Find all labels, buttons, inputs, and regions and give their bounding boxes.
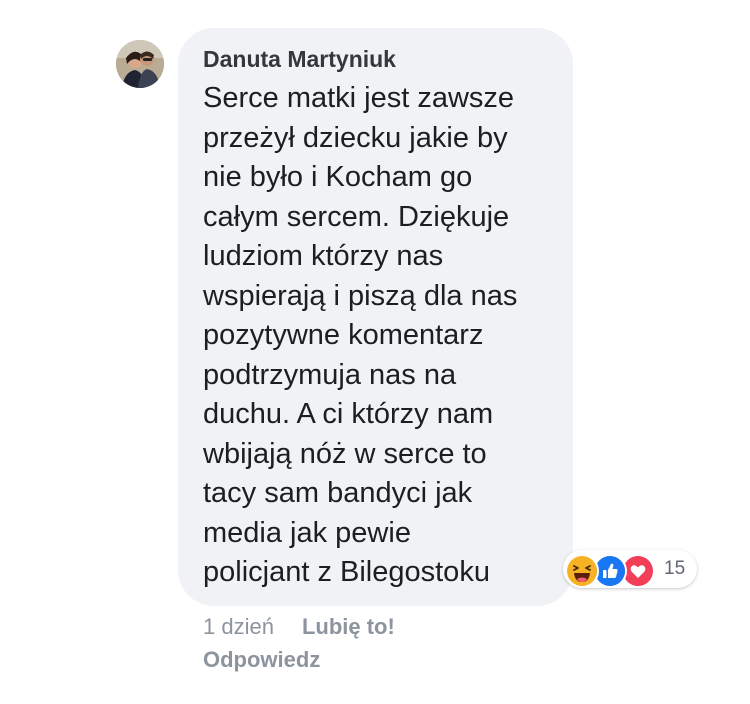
comment-text-line: media jak pewie [203, 516, 411, 549]
comment-text-line: tacy sam bandyci jak [203, 477, 473, 509]
comment-text-line: wspierają i piszą dla nas [203, 279, 518, 312]
comment-text: Serce matki jest zawsze przeżył dziecku … [203, 79, 563, 593]
comment-text-line: nie było i Kocham go [203, 161, 473, 193]
comment-text-line: duchu. A ci którzy nam [203, 398, 494, 430]
like-button[interactable]: Lubię to! [302, 614, 395, 639]
reactions-summary[interactable]: 15 [563, 550, 697, 588]
comment-meta: 1 dzień Lubię to! [203, 612, 395, 642]
comment-text-line: podtrzymuja nas na [203, 358, 457, 391]
comment-text-line: wbijają nóż w serce to [203, 437, 487, 470]
reply-button[interactable]: Odpowiedz [203, 645, 320, 675]
comment-timestamp[interactable]: 1 dzień [203, 614, 274, 639]
comment-text-line: przeżył dziecku jakie by [203, 121, 508, 154]
comment-text-line: policjant z Bilegostoku [203, 556, 490, 588]
comment-text-line: Serce matki jest zawsze [203, 82, 515, 114]
haha-icon [565, 554, 599, 588]
comment-text-line: ludziom którzy nas [203, 240, 444, 272]
comment-text-line: całym sercem. Dziękuje [203, 200, 510, 233]
avatar-photo [116, 40, 164, 88]
avatar[interactable] [116, 40, 164, 88]
comment: Danuta Martyniuk Serce matki jest zawsze… [0, 0, 750, 704]
comment-author[interactable]: Danuta Martyniuk [203, 44, 396, 74]
reaction-count: 15 [664, 558, 686, 579]
comment-text-line: pozytywne komentarz [203, 319, 484, 351]
